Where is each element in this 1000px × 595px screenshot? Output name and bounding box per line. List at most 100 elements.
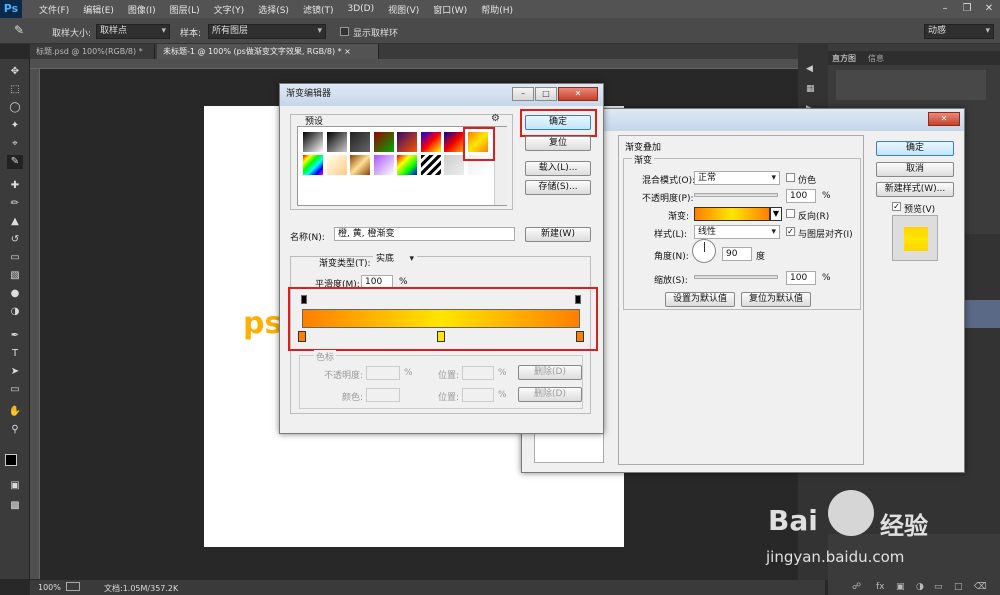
preset-swatch[interactable] — [302, 154, 324, 176]
new-layer-icon[interactable]: □ — [954, 582, 963, 592]
foreground-color-swatch[interactable] — [5, 454, 17, 466]
fx-icon[interactable]: fx — [876, 582, 885, 592]
gradient-type-select[interactable]: 实底 — [373, 253, 417, 267]
scale-input[interactable]: 100 — [786, 271, 816, 285]
stop-color-swatch[interactable] — [366, 388, 400, 402]
screen-mode-icon[interactable]: ▩ — [7, 499, 23, 513]
reset-button[interactable]: 复位 — [525, 136, 591, 151]
menu-edit[interactable]: 编辑(E) — [76, 3, 121, 16]
angle-dial[interactable] — [692, 239, 716, 263]
layer-style-cancel-button[interactable]: 取消 — [876, 162, 954, 177]
gradient-tool-icon[interactable]: ▧ — [7, 269, 23, 283]
histogram-panel-icon[interactable]: ▦ — [806, 84, 820, 96]
preset-swatch[interactable] — [325, 131, 348, 153]
menu-type[interactable]: 文字(Y) — [207, 3, 252, 16]
mask-icon[interactable]: ▣ — [896, 582, 905, 592]
pen-tool-icon[interactable]: ✒ — [7, 329, 23, 343]
selected-layer-row[interactable] — [964, 300, 1000, 328]
panel-collapse-icon[interactable]: ◀ — [806, 64, 820, 76]
move-tool-icon[interactable]: ✥ — [7, 65, 23, 79]
scale-slider[interactable] — [694, 275, 778, 279]
dodge-tool-icon[interactable]: ◑ — [7, 305, 23, 319]
preset-swatch[interactable] — [349, 131, 371, 153]
opacity-input[interactable]: 100 — [786, 189, 816, 203]
trash-icon[interactable]: ⌫ — [974, 582, 987, 592]
restore-icon[interactable]: □ — [535, 87, 557, 101]
close-icon[interactable]: ✕ — [928, 112, 960, 126]
type-tool-icon[interactable]: T — [7, 347, 23, 361]
healing-brush-icon[interactable]: ✚ — [7, 179, 23, 193]
style-select[interactable]: 线性 — [694, 225, 780, 239]
workspace-select[interactable]: 动感 — [924, 24, 994, 39]
reverse-checkbox[interactable] — [786, 209, 795, 218]
folder-icon[interactable]: ▭ — [934, 582, 943, 592]
menu-view[interactable]: 视图(V) — [381, 3, 426, 16]
preset-swatch[interactable] — [372, 154, 395, 176]
save-button[interactable]: 存储(S)... — [525, 180, 591, 195]
preset-swatch[interactable] — [325, 154, 348, 176]
tab-info[interactable]: 信息 — [868, 53, 884, 64]
adjustment-icon[interactable]: ◑ — [916, 582, 924, 592]
name-input[interactable]: 橙, 黄, 橙渐变 — [334, 227, 515, 241]
menu-select[interactable]: 选择(S) — [251, 3, 296, 16]
stop-opacity-position-input[interactable] — [462, 366, 494, 380]
angle-input[interactable]: 90 — [722, 247, 752, 261]
eyedropper-tool-icon[interactable]: ✎ — [7, 155, 23, 169]
restore-icon[interactable]: ❐ — [956, 0, 978, 18]
new-button[interactable]: 新建(W) — [525, 227, 591, 242]
link-icon[interactable]: ☍ — [852, 582, 861, 592]
sample-size-select[interactable]: 取样点 — [96, 24, 170, 39]
preset-swatch[interactable] — [302, 131, 324, 153]
delete-opacity-stop-button[interactable]: 删除(D) — [518, 365, 582, 380]
tab-histogram[interactable]: 直方图 — [832, 53, 856, 64]
gradient-dropdown-icon[interactable]: ▼ — [770, 207, 782, 221]
menu-window[interactable]: 窗口(W) — [426, 3, 474, 16]
presets-scrollbar[interactable] — [494, 127, 507, 205]
close-icon[interactable]: ✕ — [978, 0, 1000, 18]
delete-color-stop-button[interactable]: 删除(D) — [518, 387, 582, 402]
preview-checkbox[interactable]: ✓ — [892, 202, 901, 211]
menu-filter[interactable]: 滤镜(T) — [296, 3, 341, 16]
stop-color-position-input[interactable] — [462, 388, 494, 402]
gradient-picker[interactable] — [694, 207, 770, 221]
shape-tool-icon[interactable]: ▭ — [7, 383, 23, 397]
preset-swatch[interactable] — [396, 131, 418, 153]
new-style-button[interactable]: 新建样式(W)... — [876, 182, 954, 197]
show-ring-checkbox[interactable] — [340, 27, 349, 36]
minimize-icon[interactable]: – — [934, 0, 956, 18]
stop-opacity-input[interactable] — [366, 366, 400, 380]
menu-image[interactable]: 图像(I) — [121, 3, 163, 16]
menu-help[interactable]: 帮助(H) — [474, 3, 520, 16]
eraser-tool-icon[interactable]: ▭ — [7, 251, 23, 265]
zoom-tool-icon[interactable]: ⚲ — [7, 423, 23, 437]
menu-layer[interactable]: 图层(L) — [163, 3, 207, 16]
gear-icon[interactable]: ⚙ — [491, 113, 500, 124]
opacity-slider[interactable] — [694, 193, 778, 197]
minimize-icon[interactable]: – — [512, 87, 534, 101]
set-default-button[interactable]: 设置为默认值 — [665, 292, 735, 307]
brush-tool-icon[interactable]: ✏ — [7, 197, 23, 211]
marquee-tool-icon[interactable]: ⬚ — [7, 83, 23, 97]
preset-swatch[interactable] — [372, 131, 395, 153]
preset-swatch[interactable] — [443, 131, 465, 153]
preset-swatch[interactable] — [419, 131, 442, 153]
reset-default-button[interactable]: 复位为默认值 — [741, 292, 811, 307]
path-select-icon[interactable]: ➤ — [7, 365, 23, 379]
eyedropper-icon[interactable]: ✎ — [14, 23, 24, 37]
magic-wand-icon[interactable]: ✦ — [7, 119, 23, 133]
history-brush-icon[interactable]: ↺ — [7, 233, 23, 247]
align-checkbox[interactable]: ✓ — [786, 227, 795, 236]
close-icon[interactable]: ✕ — [558, 87, 598, 101]
lasso-tool-icon[interactable]: ◯ — [7, 101, 23, 115]
menu-3d[interactable]: 3D(D) — [340, 4, 381, 14]
sample-select[interactable]: 所有图层 — [208, 24, 326, 39]
blend-mode-select[interactable]: 正常 — [694, 171, 780, 185]
stamp-tool-icon[interactable]: ▲ — [7, 215, 23, 229]
tab-document-1[interactable]: 标题.psd @ 100%(RGB/8) * × — [30, 44, 155, 71]
layer-style-ok-button[interactable]: 确定 — [876, 141, 954, 156]
tab-document-2[interactable]: 未标题-1 @ 100% (ps做渐变文字效果, RGB/8) * × — [157, 44, 379, 59]
preset-swatch[interactable] — [443, 154, 465, 176]
menu-file[interactable]: 文件(F) — [32, 3, 76, 16]
quick-mask-icon[interactable]: ▣ — [7, 479, 23, 493]
crop-tool-icon[interactable]: ⌖ — [7, 137, 23, 151]
